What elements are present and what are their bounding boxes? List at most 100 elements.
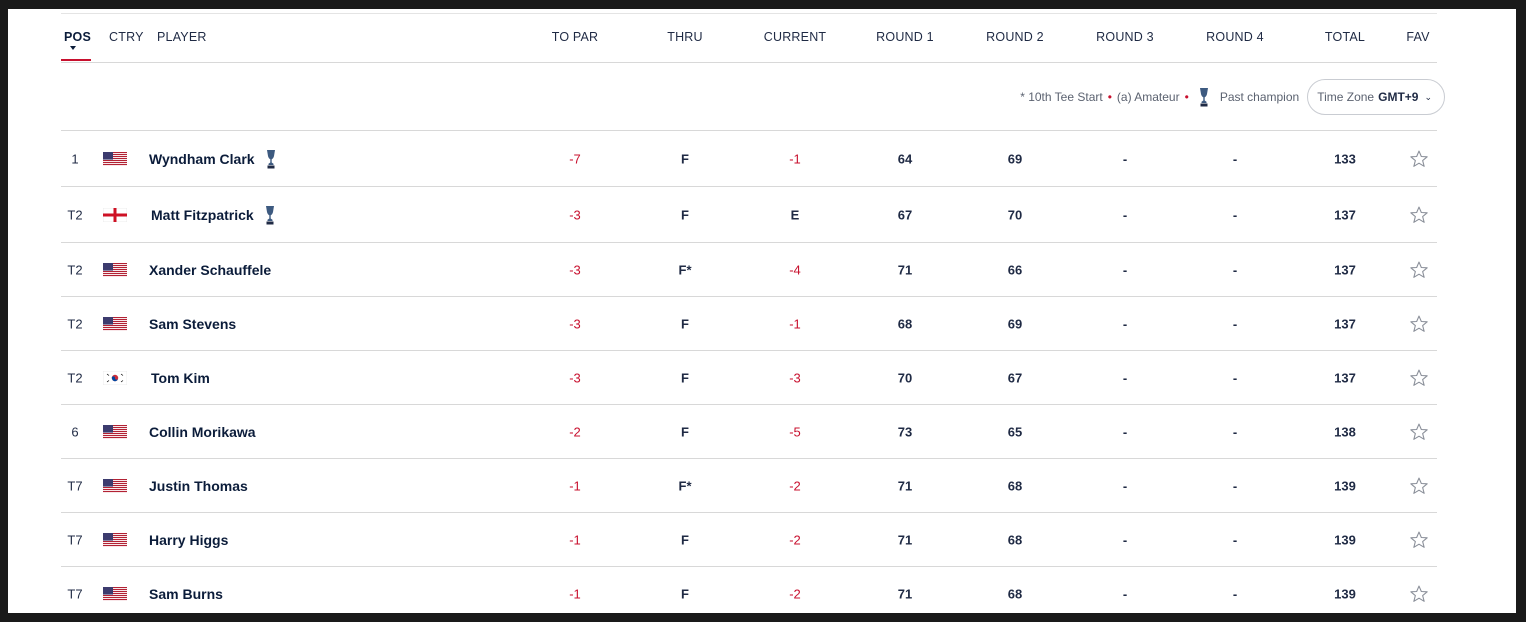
column-header-total[interactable]: TOTAL <box>1325 30 1365 44</box>
table-row[interactable]: T2 Sam Stevens -3 F -1 68 69 - - 137 <box>61 296 1437 350</box>
timezone-value: GMT+9 <box>1378 90 1419 104</box>
to-par-cell: -1 <box>569 532 581 547</box>
position-cell: T7 <box>67 478 83 493</box>
position-cell: T2 <box>67 316 83 331</box>
to-par-cell: -7 <box>569 151 581 166</box>
leaderboard-panel: POS CTRY PLAYER TO PAR THRU CURRENT ROUN… <box>8 9 1516 613</box>
favorite-star-icon[interactable] <box>1409 584 1429 604</box>
round-3-cell: - <box>1122 478 1128 493</box>
current-cell: -2 <box>789 478 801 493</box>
column-header-round-1[interactable]: ROUND 1 <box>876 30 934 44</box>
column-header-thru[interactable]: THRU <box>667 30 703 44</box>
current-cell: -3 <box>789 370 801 385</box>
leaderboard-rows: 1 Wyndham Clark -7 F -1 64 69 - - 133 T2 Matt Fitzp… <box>61 130 1437 613</box>
position-cell: T7 <box>67 586 83 601</box>
round-4-cell: - <box>1232 532 1238 547</box>
thru-cell: F* <box>678 262 692 277</box>
favorite-star-icon[interactable] <box>1409 260 1429 280</box>
country-flag-icon <box>103 478 127 493</box>
position-cell: 1 <box>71 151 79 166</box>
to-par-cell: -2 <box>569 424 581 439</box>
country-flag-icon <box>103 316 127 331</box>
player-name-cell[interactable]: Tom Kim <box>151 370 210 386</box>
timezone-selector[interactable]: Time Zone GMT+9 ⌄ <box>1307 79 1445 115</box>
round-2-cell: 68 <box>1007 532 1023 547</box>
round-3-cell: - <box>1122 532 1128 547</box>
favorite-star-icon[interactable] <box>1409 476 1429 496</box>
column-header-pos[interactable]: POS <box>64 30 91 44</box>
to-par-cell: -3 <box>569 262 581 277</box>
column-header-current[interactable]: CURRENT <box>764 30 827 44</box>
to-par-cell: -3 <box>569 316 581 331</box>
favorite-star-icon[interactable] <box>1409 422 1429 442</box>
favorite-star-icon[interactable] <box>1409 205 1429 225</box>
favorite-star-icon[interactable] <box>1409 368 1429 388</box>
player-name-cell[interactable]: Sam Stevens <box>149 316 236 332</box>
player-name-cell[interactable]: Sam Burns <box>149 586 223 602</box>
current-cell: -4 <box>789 262 801 277</box>
table-row[interactable]: T2 Matt Fitzpatrick -3 F E 67 70 - - 137 <box>61 186 1437 242</box>
player-name[interactable]: Sam Stevens <box>149 316 236 332</box>
player-name[interactable]: Tom Kim <box>151 370 210 386</box>
column-header-round-3[interactable]: ROUND 3 <box>1096 30 1154 44</box>
trophy-icon <box>1198 86 1210 108</box>
thru-cell: F <box>681 370 689 385</box>
legend-amateur: (a) Amateur <box>1116 90 1180 104</box>
round-2-cell: 69 <box>1007 316 1023 331</box>
player-name-cell[interactable]: Harry Higgs <box>149 532 228 548</box>
favorite-star-icon[interactable] <box>1409 314 1429 334</box>
player-name[interactable]: Wyndham Clark <box>149 151 255 167</box>
to-par-cell: -1 <box>569 478 581 493</box>
round-2-cell: 68 <box>1007 478 1023 493</box>
table-row[interactable]: 6 Collin Morikawa -2 F -5 73 65 - - 138 <box>61 404 1437 458</box>
player-name-cell[interactable]: Justin Thomas <box>149 478 248 494</box>
sort-desc-icon[interactable] <box>70 46 76 50</box>
total-cell: 138 <box>1334 424 1356 439</box>
player-name[interactable]: Justin Thomas <box>149 478 248 494</box>
table-row[interactable]: T7 Sam Burns -1 F -2 71 68 - - 139 <box>61 566 1437 613</box>
player-name-cell[interactable]: Collin Morikawa <box>149 424 256 440</box>
column-header-fav: FAV <box>1406 30 1430 44</box>
favorite-star-icon[interactable] <box>1409 149 1429 169</box>
round-1-cell: 67 <box>897 207 913 222</box>
column-header-round-2[interactable]: ROUND 2 <box>986 30 1044 44</box>
column-header-ctry[interactable]: CTRY <box>109 30 144 44</box>
table-row[interactable]: T7 Justin Thomas -1 F* -2 71 68 - - 139 <box>61 458 1437 512</box>
player-name[interactable]: Harry Higgs <box>149 532 228 548</box>
table-row[interactable]: T7 Harry Higgs -1 F -2 71 68 - - 139 <box>61 512 1437 566</box>
total-cell: 137 <box>1334 262 1356 277</box>
thru-cell: F <box>681 207 689 222</box>
to-par-cell: -1 <box>569 586 581 601</box>
legend-separator-dot: • <box>1107 90 1112 104</box>
player-name[interactable]: Matt Fitzpatrick <box>151 207 254 223</box>
column-header-player[interactable]: PLAYER <box>157 30 207 44</box>
column-header-to-par[interactable]: TO PAR <box>552 30 599 44</box>
country-flag-icon <box>103 532 127 547</box>
round-1-cell: 70 <box>897 370 913 385</box>
table-row[interactable]: 1 Wyndham Clark -7 F -1 64 69 - - 133 <box>61 130 1437 186</box>
column-header-round-4[interactable]: ROUND 4 <box>1206 30 1264 44</box>
country-flag-icon <box>103 207 127 222</box>
player-name-cell[interactable]: Wyndham Clark <box>149 148 277 170</box>
round-3-cell: - <box>1122 316 1128 331</box>
table-row[interactable]: T2 Xander Schauffele -3 F* -4 71 66 - - 137 <box>61 242 1437 296</box>
round-1-cell: 71 <box>897 262 913 277</box>
position-cell: T2 <box>67 370 83 385</box>
round-3-cell: - <box>1122 424 1128 439</box>
thru-cell: F <box>681 424 689 439</box>
round-3-cell: - <box>1122 207 1128 222</box>
total-cell: 137 <box>1334 207 1356 222</box>
player-name-cell[interactable]: Xander Schauffele <box>149 262 271 278</box>
table-row[interactable]: T2 Tom Kim -3 F -3 70 67 - - 137 <box>61 350 1437 404</box>
player-name[interactable]: Sam Burns <box>149 586 223 602</box>
player-name[interactable]: Xander Schauffele <box>149 262 271 278</box>
position-cell: T2 <box>67 207 83 222</box>
favorite-star-icon[interactable] <box>1409 530 1429 550</box>
position-cell: T7 <box>67 532 83 547</box>
country-flag-icon <box>103 370 127 385</box>
position-cell: T2 <box>67 262 83 277</box>
round-2-cell: 68 <box>1007 586 1023 601</box>
current-cell: -1 <box>789 151 801 166</box>
player-name[interactable]: Collin Morikawa <box>149 424 256 440</box>
player-name-cell[interactable]: Matt Fitzpatrick <box>151 204 276 226</box>
